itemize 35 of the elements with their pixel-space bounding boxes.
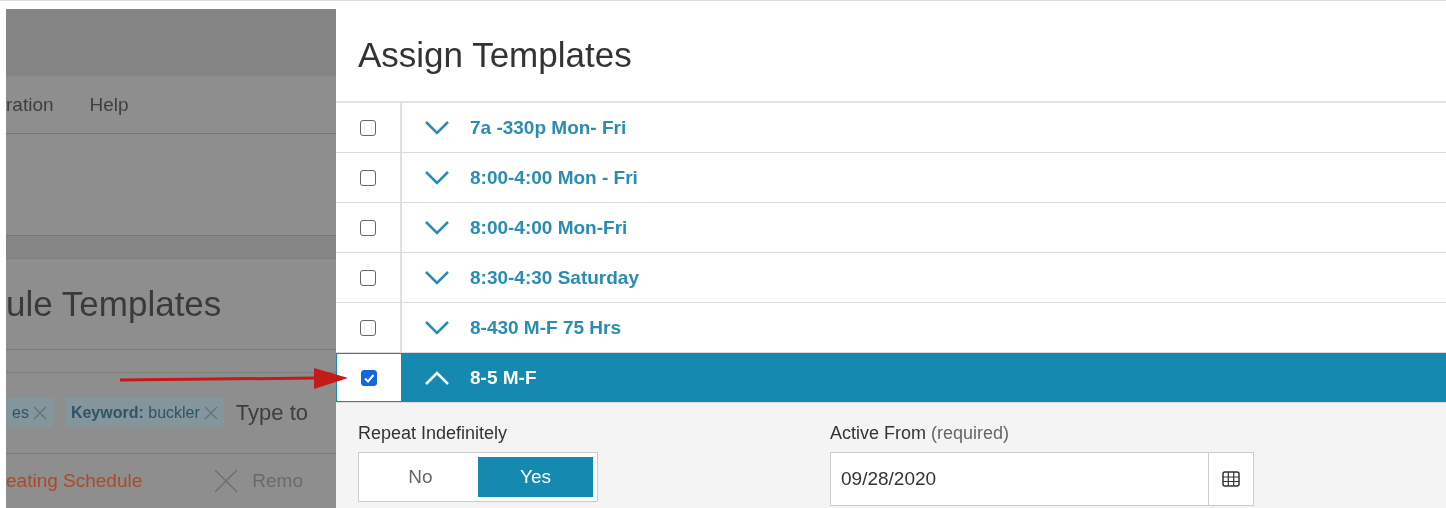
chevron-down-icon[interactable]	[424, 219, 450, 236]
checkbox[interactable]	[361, 369, 377, 386]
dialog-title: Assign Templates	[336, 9, 1446, 103]
selected-template-row[interactable]: 8-5 M-F	[336, 353, 1446, 403]
template-name: 8:00-4:00 Mon-Fri	[470, 216, 628, 239]
template-row[interactable]: 8:00-4:00 Mon - Fri	[336, 153, 1446, 203]
checkbox[interactable]	[360, 119, 376, 136]
field-label: Active From (required)	[830, 423, 1011, 444]
field-label: Repeat Indefinitely	[358, 423, 509, 444]
chevron-up-icon[interactable]	[424, 369, 450, 386]
checkbox[interactable]	[360, 219, 376, 236]
date-field[interactable]: 09/28/2020	[830, 452, 1254, 506]
checkbox[interactable]	[360, 319, 376, 336]
chevron-down-icon[interactable]	[424, 169, 450, 186]
template-row[interactable]: 8:30-4:30 Saturday	[336, 253, 1446, 303]
template-row[interactable]: 8:00-4:00 Mon-Fri	[336, 203, 1446, 253]
template-name: 8-5 M-F	[470, 366, 537, 389]
filter-input[interactable]: Type to	[235, 400, 316, 426]
template-row[interactable]: 7a -330p Mon- Fri	[336, 103, 1446, 153]
filter-chip[interactable]: Keyword: buckler	[64, 398, 224, 428]
chevron-down-icon[interactable]	[424, 319, 450, 336]
filter-chip[interactable]: es	[6, 398, 53, 428]
calendar-icon[interactable]	[1222, 470, 1240, 488]
template-name: 8-430 M-F 75 Hrs	[470, 316, 621, 339]
template-name: 8:00-4:00 Mon - Fri	[470, 166, 638, 189]
checkbox[interactable]	[360, 169, 376, 186]
chevron-down-icon[interactable]	[424, 119, 450, 136]
menu-item[interactable]: ration	[6, 93, 54, 116]
toggle-option[interactable]: Yes	[478, 457, 593, 497]
template-name: 8:30-4:30 Saturday	[470, 266, 639, 289]
toggle-option[interactable]: No	[363, 457, 478, 497]
chevron-down-icon[interactable]	[424, 269, 450, 286]
checkbox[interactable]	[360, 269, 376, 286]
menu-item[interactable]: Help	[89, 93, 129, 116]
template-name: 7a -330p Mon- Fri	[470, 116, 627, 139]
